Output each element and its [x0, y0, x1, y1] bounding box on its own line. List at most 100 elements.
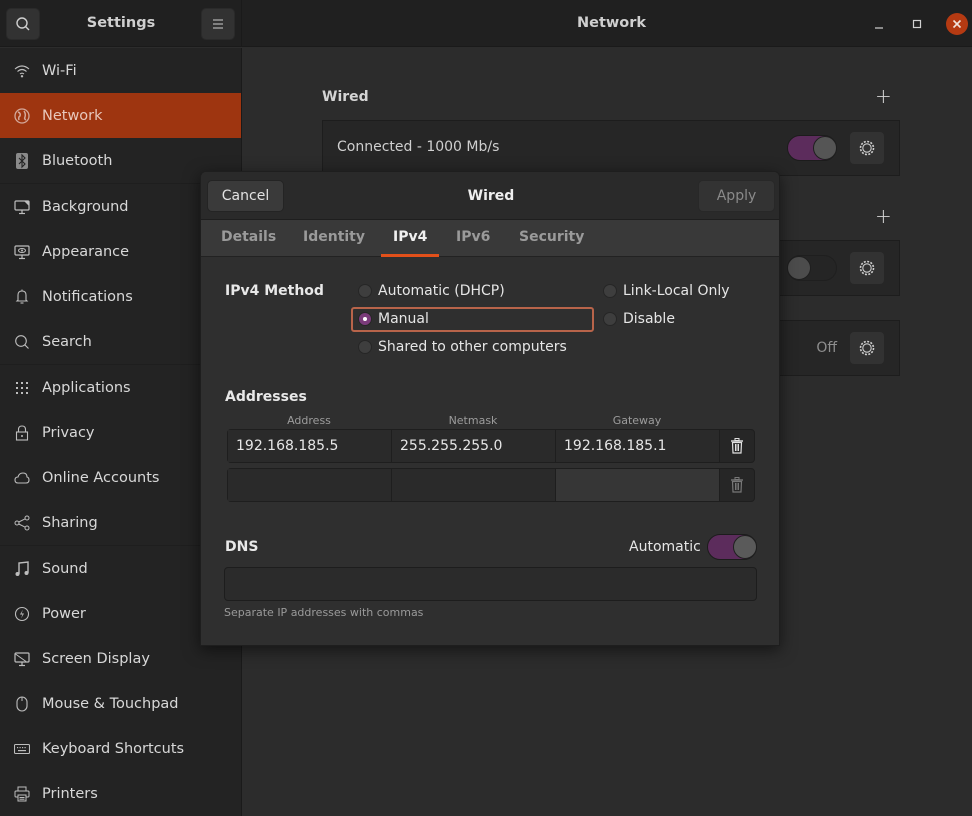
address-field[interactable]: 192.168.185.5: [228, 430, 392, 462]
maximize-button[interactable]: [906, 13, 928, 35]
radio-label: Manual: [378, 311, 429, 327]
address-field[interactable]: [228, 469, 392, 501]
gear-icon: [859, 260, 875, 276]
hamburger-menu-icon: [213, 19, 223, 29]
proxy-settings-button[interactable]: [849, 331, 885, 365]
netmask-field[interactable]: 255.255.255.0: [392, 430, 556, 462]
search-icon: [13, 333, 31, 351]
sidebar-header: Settings: [0, 0, 242, 47]
tab-details[interactable]: Details: [221, 220, 276, 257]
mouse-icon: [13, 695, 31, 713]
gateway-field[interactable]: 192.168.185.1: [556, 430, 720, 462]
sidebar-item-network[interactable]: Network: [0, 93, 241, 138]
radio-disable[interactable]: Disable: [603, 311, 675, 327]
display-icon: [13, 650, 31, 668]
cancel-button[interactable]: Cancel: [207, 180, 284, 212]
radio-indicator: [358, 340, 372, 354]
keyboard-icon: [13, 740, 31, 758]
minimize-button[interactable]: [868, 13, 890, 35]
printer-icon: [13, 785, 31, 803]
radio-label: Disable: [623, 311, 675, 327]
close-button[interactable]: [946, 13, 968, 35]
gear-icon: [859, 340, 875, 356]
vpn-toggle[interactable]: [787, 255, 837, 281]
wired-toggle[interactable]: [787, 135, 837, 161]
sidebar-item-keyboard-shortcuts[interactable]: Keyboard Shortcuts: [0, 726, 241, 771]
proxy-status: Off: [816, 340, 837, 356]
sidebar-item-mouse-touchpad[interactable]: Mouse & Touchpad: [0, 681, 241, 726]
close-icon: [952, 19, 962, 29]
add-wired-button[interactable]: +: [875, 84, 892, 108]
dns-automatic-toggle[interactable]: [707, 534, 757, 560]
plus-icon: +: [875, 84, 892, 108]
sidebar-item-label: Online Accounts: [42, 469, 160, 486]
panel-title: Network: [576, 15, 647, 31]
wired-status: Connected - 1000 Mb/s: [337, 139, 500, 155]
delete-address-button[interactable]: [728, 437, 746, 455]
radio-automatic-dhcp[interactable]: Automatic (DHCP): [358, 283, 505, 299]
column-header-gateway: Gateway: [612, 414, 662, 427]
dns-title: DNS: [225, 539, 259, 555]
add-vpn-button[interactable]: +: [875, 204, 892, 228]
dialog-header: Wired Cancel Apply: [201, 172, 779, 220]
apps-grid-icon: [13, 379, 31, 397]
tab-ipv4[interactable]: IPv4: [381, 220, 440, 257]
radio-label: Link-Local Only: [623, 283, 730, 299]
wifi-icon: [13, 62, 31, 80]
trash-icon: [731, 438, 743, 454]
vpn-settings-button[interactable]: [849, 251, 885, 285]
wired-settings-button[interactable]: [849, 131, 885, 165]
power-icon: [13, 605, 31, 623]
sidebar-item-label: Screen Display: [42, 650, 150, 667]
sidebar-item-label: Applications: [42, 379, 131, 396]
sidebar-item-label: Notifications: [42, 288, 133, 305]
radio-label: Shared to other computers: [378, 339, 567, 355]
trash-icon: [731, 477, 743, 493]
radio-indicator: [603, 312, 617, 326]
sidebar-item-label: Printers: [42, 785, 98, 802]
sidebar-item-printers[interactable]: Printers: [0, 771, 241, 816]
appearance-icon: [13, 243, 31, 261]
sidebar-item-label: Search: [42, 333, 92, 350]
menu-button[interactable]: [201, 8, 235, 40]
sidebar-item-label: Keyboard Shortcuts: [42, 740, 185, 757]
tab-ipv6[interactable]: IPv6: [456, 220, 490, 257]
sidebar-item-wifi[interactable]: Wi-Fi: [0, 48, 241, 93]
bluetooth-icon: [13, 152, 31, 170]
ipv4-method-label: IPv4 Method: [225, 283, 324, 299]
delete-address-button[interactable]: [728, 476, 746, 494]
dns-automatic-label: Automatic: [629, 539, 701, 555]
network-globe-icon: [13, 107, 31, 125]
gateway-field[interactable]: [556, 469, 720, 501]
sidebar-item-label: Background: [42, 198, 129, 215]
wired-connection-row: Connected - 1000 Mb/s: [322, 120, 900, 176]
cloud-icon: [13, 469, 31, 487]
address-row: 192.168.185.5 255.255.255.0 192.168.185.…: [227, 429, 755, 463]
sidebar-item-label: Privacy: [42, 424, 95, 441]
dns-input[interactable]: [224, 567, 757, 601]
header-bar: Settings Network: [0, 0, 972, 47]
sidebar-item-label: Wi-Fi: [42, 62, 77, 79]
sidebar-item-label: Power: [42, 605, 86, 622]
address-row: [227, 468, 755, 502]
wired-section-title: Wired: [322, 89, 369, 105]
radio-link-local[interactable]: Link-Local Only: [603, 283, 730, 299]
share-icon: [13, 514, 31, 532]
radio-indicator-checked: [358, 312, 372, 326]
tab-identity[interactable]: Identity: [303, 220, 365, 257]
radio-indicator: [603, 284, 617, 298]
sidebar-item-label: Sound: [42, 560, 88, 577]
radio-shared[interactable]: Shared to other computers: [358, 339, 567, 355]
radio-manual[interactable]: Manual: [358, 311, 429, 327]
maximize-icon: [912, 19, 922, 29]
sidebar-item-label: Bluetooth: [42, 152, 113, 169]
tab-security[interactable]: Security: [519, 220, 584, 257]
dns-hint: Separate IP addresses with commas: [224, 606, 424, 619]
column-header-netmask: Netmask: [448, 414, 498, 427]
toggle-knob: [787, 256, 811, 280]
dialog-tabs: Details Identity IPv4 IPv6 Security: [201, 220, 779, 257]
netmask-field[interactable]: [392, 469, 556, 501]
bell-icon: [13, 288, 31, 306]
plus-icon: +: [875, 204, 892, 228]
apply-button[interactable]: Apply: [698, 180, 775, 212]
